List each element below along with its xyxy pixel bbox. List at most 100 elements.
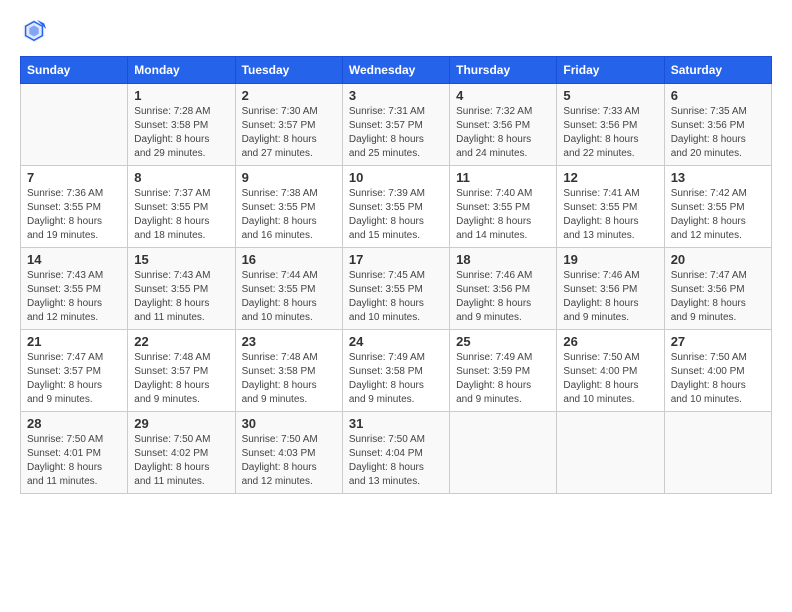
header-monday: Monday (128, 57, 235, 84)
calendar-table: SundayMondayTuesdayWednesdayThursdayFrid… (20, 56, 772, 494)
day-info: Sunrise: 7:50 AMSunset: 4:03 PMDaylight:… (242, 433, 336, 489)
day-info: Sunrise: 7:48 AMSunset: 3:57 PMDaylight:… (134, 351, 228, 407)
day-info: Sunrise: 7:50 AMSunset: 4:00 PMDaylight:… (671, 351, 765, 407)
day-info: Sunrise: 7:49 AMSunset: 3:58 PMDaylight:… (349, 351, 443, 407)
calendar-cell: 1 Sunrise: 7:28 AMSunset: 3:58 PMDaylight… (128, 84, 235, 166)
calendar-cell: 6 Sunrise: 7:35 AMSunset: 3:56 PMDaylight… (664, 84, 771, 166)
day-info: Sunrise: 7:39 AMSunset: 3:55 PMDaylight:… (349, 187, 443, 243)
calendar-cell: 31 Sunrise: 7:50 AMSunset: 4:04 PMDayligh… (342, 412, 449, 494)
calendar-cell: 19 Sunrise: 7:46 AMSunset: 3:56 PMDayligh… (557, 248, 664, 330)
calendar-cell: 20Sunrise: 7:47 AMSunset: 3:56 PMDayligh… (664, 248, 771, 330)
day-number: 19 (563, 252, 657, 267)
day-number: 6 (671, 88, 765, 103)
calendar-cell: 25 Sunrise: 7:49 AMSunset: 3:59 PMDayligh… (450, 330, 557, 412)
calendar-cell: 14Sunrise: 7:43 AMSunset: 3:55 PMDayligh… (21, 248, 128, 330)
calendar-cell: 10 Sunrise: 7:39 AMSunset: 3:55 PMDayligh… (342, 166, 449, 248)
logo (20, 16, 52, 44)
day-number: 2 (242, 88, 336, 103)
day-number: 27 (671, 334, 765, 349)
day-info: Sunrise: 7:35 AMSunset: 3:56 PMDaylight:… (671, 105, 765, 161)
calendar-cell: 28 Sunrise: 7:50 AMSunset: 4:01 PMDayligh… (21, 412, 128, 494)
calendar-cell: 26 Sunrise: 7:50 AMSunset: 4:00 PMDayligh… (557, 330, 664, 412)
calendar-cell: 17 Sunrise: 7:45 AMSunset: 3:55 PMDayligh… (342, 248, 449, 330)
day-info: Sunrise: 7:43 AMSunset: 3:55 PMDaylight:… (134, 269, 228, 325)
day-number: 9 (242, 170, 336, 185)
day-number: 12 (563, 170, 657, 185)
day-number: 26 (563, 334, 657, 349)
day-info: Sunrise: 7:36 AMSunset: 3:55 PMDaylight:… (27, 187, 121, 243)
day-number: 18 (456, 252, 550, 267)
calendar-cell: 5Sunrise: 7:33 AMSunset: 3:56 PMDaylight… (557, 84, 664, 166)
day-info: Sunrise: 7:45 AMSunset: 3:55 PMDaylight:… (349, 269, 443, 325)
day-info: Sunrise: 7:37 AMSunset: 3:55 PMDaylight:… (134, 187, 228, 243)
day-number: 14 (27, 252, 121, 267)
header-tuesday: Tuesday (235, 57, 342, 84)
calendar-week-1: 1 Sunrise: 7:28 AMSunset: 3:58 PMDaylight… (21, 84, 772, 166)
day-number: 10 (349, 170, 443, 185)
calendar-cell (664, 412, 771, 494)
day-number: 21 (27, 334, 121, 349)
day-info: Sunrise: 7:50 AMSunset: 4:01 PMDaylight:… (27, 433, 121, 489)
header-thursday: Thursday (450, 57, 557, 84)
day-info: Sunrise: 7:41 AMSunset: 3:55 PMDaylight:… (563, 187, 657, 243)
day-info: Sunrise: 7:33 AMSunset: 3:56 PMDaylight:… (563, 105, 657, 161)
calendar-cell: 3Sunrise: 7:31 AMSunset: 3:57 PMDaylight… (342, 84, 449, 166)
day-number: 20 (671, 252, 765, 267)
day-number: 1 (134, 88, 228, 103)
day-info: Sunrise: 7:50 AMSunset: 4:04 PMDaylight:… (349, 433, 443, 489)
calendar-week-4: 21 Sunrise: 7:47 AMSunset: 3:57 PMDayligh… (21, 330, 772, 412)
day-info: Sunrise: 7:49 AMSunset: 3:59 PMDaylight:… (456, 351, 550, 407)
calendar-cell: 21 Sunrise: 7:47 AMSunset: 3:57 PMDayligh… (21, 330, 128, 412)
calendar-cell: 9Sunrise: 7:38 AMSunset: 3:55 PMDaylight… (235, 166, 342, 248)
calendar-week-3: 14 Sunrise: 7:43 AMSunset: 3:55 PMDayligh… (21, 248, 772, 330)
day-number: 30 (242, 416, 336, 431)
logo-icon (20, 16, 48, 44)
calendar-week-5: 28 Sunrise: 7:50 AMSunset: 4:01 PMDayligh… (21, 412, 772, 494)
page-header (20, 16, 772, 44)
day-info: Sunrise: 7:48 AMSunset: 3:58 PMDaylight:… (242, 351, 336, 407)
header-sunday: Sunday (21, 57, 128, 84)
day-number: 29 (134, 416, 228, 431)
day-info: Sunrise: 7:30 AMSunset: 3:57 PMDaylight:… (242, 105, 336, 161)
day-number: 17 (349, 252, 443, 267)
calendar-cell (557, 412, 664, 494)
calendar-cell (450, 412, 557, 494)
calendar-cell: 22 Sunrise: 7:48 AMSunset: 3:57 PMDayligh… (128, 330, 235, 412)
calendar-cell: 12 Sunrise: 7:41 AMSunset: 3:55 PMDayligh… (557, 166, 664, 248)
calendar-cell (21, 84, 128, 166)
calendar-cell: 24 Sunrise: 7:49 AMSunset: 3:58 PMDayligh… (342, 330, 449, 412)
day-info: Sunrise: 7:28 AMSunset: 3:58 PMDaylight:… (134, 105, 228, 161)
calendar-cell: 11 Sunrise: 7:40 AMSunset: 3:55 PMDayligh… (450, 166, 557, 248)
calendar-cell: 27 Sunrise: 7:50 AMSunset: 4:00 PMDayligh… (664, 330, 771, 412)
calendar-header-row: SundayMondayTuesdayWednesdayThursdayFrid… (21, 57, 772, 84)
day-number: 8 (134, 170, 228, 185)
day-number: 22 (134, 334, 228, 349)
calendar-cell: 18 Sunrise: 7:46 AMSunset: 3:56 PMDayligh… (450, 248, 557, 330)
day-info: Sunrise: 7:46 AMSunset: 3:56 PMDaylight:… (563, 269, 657, 325)
calendar-cell: 4Sunrise: 7:32 AMSunset: 3:56 PMDaylight… (450, 84, 557, 166)
day-number: 13 (671, 170, 765, 185)
calendar-cell: 23Sunrise: 7:48 AMSunset: 3:58 PMDayligh… (235, 330, 342, 412)
day-number: 7 (27, 170, 121, 185)
day-info: Sunrise: 7:42 AMSunset: 3:55 PMDaylight:… (671, 187, 765, 243)
calendar-cell: 15 Sunrise: 7:43 AMSunset: 3:55 PMDayligh… (128, 248, 235, 330)
calendar-cell: 29 Sunrise: 7:50 AMSunset: 4:02 PMDayligh… (128, 412, 235, 494)
day-info: Sunrise: 7:47 AMSunset: 3:57 PMDaylight:… (27, 351, 121, 407)
day-info: Sunrise: 7:46 AMSunset: 3:56 PMDaylight:… (456, 269, 550, 325)
day-info: Sunrise: 7:50 AMSunset: 4:02 PMDaylight:… (134, 433, 228, 489)
day-number: 28 (27, 416, 121, 431)
day-number: 31 (349, 416, 443, 431)
calendar-cell: 16 Sunrise: 7:44 AMSunset: 3:55 PMDayligh… (235, 248, 342, 330)
day-number: 3 (349, 88, 443, 103)
day-number: 11 (456, 170, 550, 185)
day-info: Sunrise: 7:40 AMSunset: 3:55 PMDaylight:… (456, 187, 550, 243)
day-number: 15 (134, 252, 228, 267)
day-number: 25 (456, 334, 550, 349)
day-number: 16 (242, 252, 336, 267)
day-number: 24 (349, 334, 443, 349)
day-info: Sunrise: 7:50 AMSunset: 4:00 PMDaylight:… (563, 351, 657, 407)
header-friday: Friday (557, 57, 664, 84)
calendar-cell: 7 Sunrise: 7:36 AMSunset: 3:55 PMDaylight… (21, 166, 128, 248)
day-info: Sunrise: 7:44 AMSunset: 3:55 PMDaylight:… (242, 269, 336, 325)
header-saturday: Saturday (664, 57, 771, 84)
